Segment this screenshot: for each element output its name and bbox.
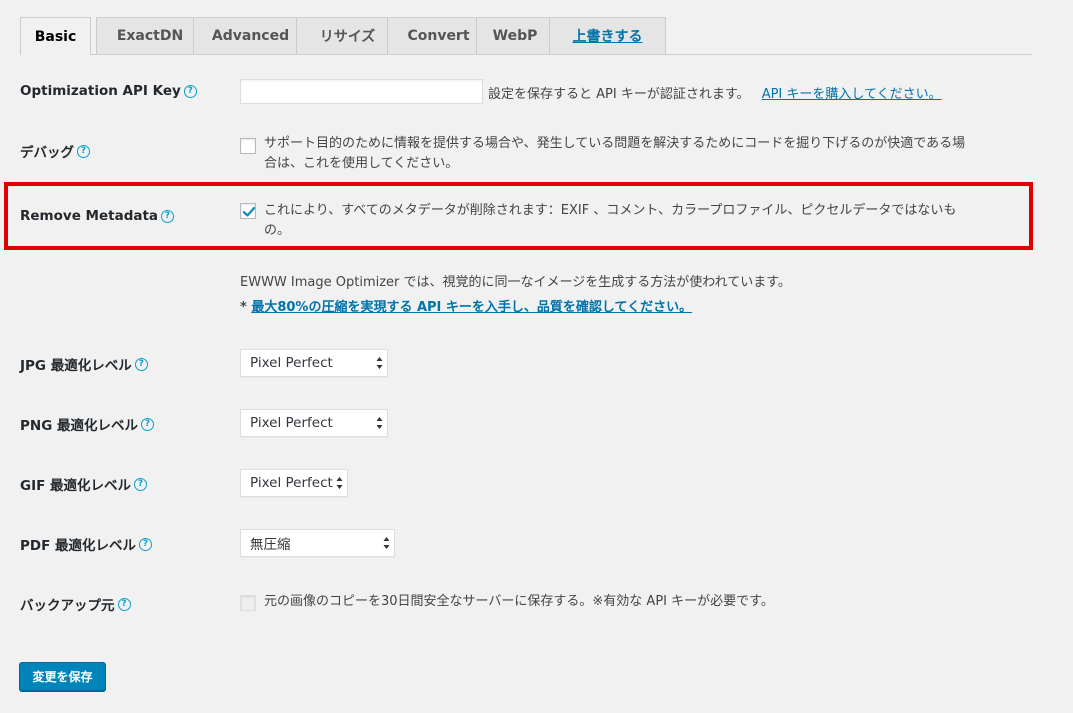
updown-arrow-icon [376, 357, 383, 369]
jpg-level-value: Pixel Perfect [250, 355, 333, 371]
tab-basic[interactable]: Basic [20, 17, 91, 55]
backup-checkbox[interactable] [240, 595, 256, 611]
tab-label: ExactDN [116, 28, 184, 44]
api-key-input[interactable] [240, 79, 483, 104]
debug-description: サポート目的のために情報を提供する場合や、発生している問題を解決するためにコード… [264, 134, 965, 174]
tab-convert[interactable]: Convert [387, 17, 490, 54]
debug-label: デバッグ ? [20, 141, 90, 161]
get-api-key-link[interactable]: 最大80%の圧縮を実現する API キーを入手し、品質を確認してください。 [251, 300, 692, 315]
help-icon[interactable]: ? [77, 144, 90, 158]
pdf-level-label-text: PDF 最適化レベル [20, 538, 137, 554]
buy-api-key-link[interactable]: API キーを購入してください。 [762, 87, 942, 102]
remove-metadata-label: Remove Metadata ? [20, 208, 175, 224]
remove-metadata-description-line: これにより、すべてのメタデータが削除されます：EXIF 、コメント、カラープロフ… [264, 203, 957, 218]
settings-tabs: Basic ExactDN Advanced リサイズ Convert WebP… [20, 17, 1032, 55]
help-icon[interactable]: ? [117, 597, 131, 611]
updown-arrow-icon [336, 477, 343, 489]
updown-arrow-icon [376, 417, 383, 429]
help-icon[interactable]: ? [183, 84, 197, 98]
tab-label: リサイズ [319, 29, 376, 45]
save-changes-button[interactable]: 変更を保存 [19, 662, 106, 691]
debug-description-line: サポート目的のために情報を提供する場合や、発生している問題を解決するためにコード… [264, 136, 966, 151]
jpg-level-label-text: JPG 最適化レベル [20, 358, 132, 374]
tab-advanced[interactable]: Advanced [193, 17, 308, 54]
remove-metadata-description-line: の。 [264, 223, 291, 238]
tab-label: Basic [34, 28, 77, 45]
debug-label-text: デバッグ [20, 145, 74, 161]
png-level-label: PNG 最適化レベル ? [20, 414, 154, 434]
optimizer-info: EWWW Image Optimizer では、視覚的に同一なイメージを生成する… [240, 275, 791, 290]
jpg-level-select[interactable]: Pixel Perfect [240, 349, 388, 377]
remove-metadata-checkbox[interactable] [240, 203, 256, 219]
png-level-label-text: PNG 最適化レベル [20, 418, 138, 434]
pdf-level-value: 無圧縮 [250, 537, 291, 553]
gif-level-label-text: GIF 最適化レベル [20, 478, 132, 494]
gif-level-select[interactable]: Pixel Perfect [240, 469, 348, 497]
backup-label-text: バックアップ元 [20, 598, 115, 614]
api-promo-prefix: * [240, 300, 252, 315]
tab-webp[interactable]: WebP [476, 17, 554, 54]
remove-metadata-label-text: Remove Metadata [20, 208, 159, 224]
checkmark-icon [242, 207, 256, 217]
help-icon[interactable]: ? [139, 537, 153, 551]
tab-label: Advanced [211, 28, 290, 44]
updown-arrow-icon [383, 537, 390, 549]
api-key-note-text: 設定を保存すると API キーが認証されます。 [488, 87, 750, 102]
pdf-level-label: PDF 最適化レベル ? [20, 534, 153, 554]
help-icon[interactable]: ? [134, 357, 148, 371]
help-icon[interactable]: ? [134, 477, 148, 491]
tab-exactdn[interactable]: ExactDN [96, 17, 204, 54]
remove-metadata-description: これにより、すべてのメタデータが削除されます：EXIF 、コメント、カラープロフ… [264, 201, 956, 241]
gif-level-value: Pixel Perfect [250, 475, 333, 491]
help-icon[interactable]: ? [140, 417, 154, 431]
gif-level-label: GIF 最適化レベル ? [20, 474, 148, 494]
jpg-level-label: JPG 最適化レベル ? [20, 354, 148, 374]
api-promo: * 最大80%の圧縮を実現する API キーを入手し、品質を確認してください。 [240, 298, 692, 318]
tab-overwrite[interactable]: 上書きする [549, 17, 666, 54]
api-key-label-text: Optimization API Key [20, 83, 181, 99]
pdf-level-select[interactable]: 無圧縮 [240, 529, 395, 557]
backup-label: バックアップ元 ? [20, 594, 131, 614]
tab-resize[interactable]: リサイズ [296, 17, 399, 54]
debug-checkbox[interactable] [240, 138, 256, 154]
tab-label: Convert [407, 28, 470, 44]
backup-description: 元の画像のコピーを30日間安全なサーバーに保存する。※有効な API キーが必要… [264, 594, 774, 609]
tab-label: 上書きする [572, 29, 643, 45]
api-key-label: Optimization API Key ? [20, 83, 197, 99]
png-level-select[interactable]: Pixel Perfect [240, 409, 388, 437]
png-level-value: Pixel Perfect [250, 415, 333, 431]
debug-description-line: 合は、これを使用してください。 [264, 156, 459, 171]
tab-label: WebP [492, 28, 538, 44]
help-icon[interactable]: ? [161, 209, 175, 223]
api-key-note: 設定を保存すると API キーが認証されます。 API キーを購入してください。 [488, 83, 942, 102]
